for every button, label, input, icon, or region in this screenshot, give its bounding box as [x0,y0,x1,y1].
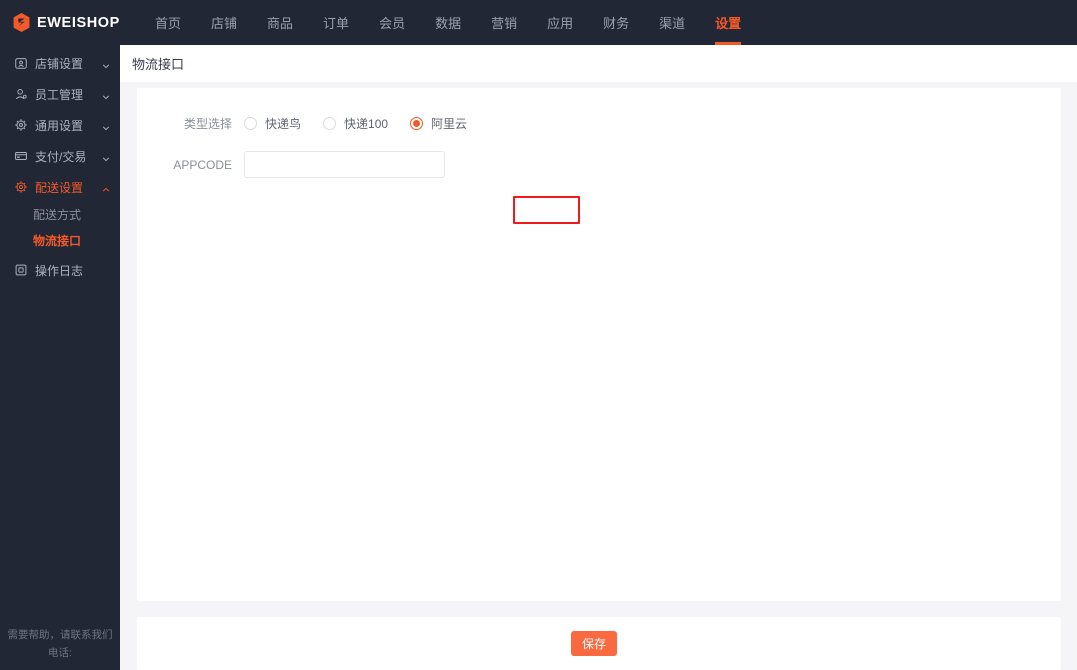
radio-circle-icon [244,117,257,130]
card-icon [14,149,28,163]
help-line-2: 电话: [48,647,72,659]
sidebar-item-staff-management[interactable]: 员工管理 [0,81,120,107]
radio-label: 快递100 [344,117,389,131]
gear-icon [14,118,28,132]
page-title: 物流接口 [132,57,185,72]
gear-icon [14,180,28,194]
sidebar: 店铺设置 员工管理 通用设置 支付/交易 配送设置 配送方式 物流接口 操作日志… [0,45,120,670]
sidebar-item-label: 通用设置 [35,118,84,133]
nav-item-orders[interactable]: 订单 [308,0,364,45]
radio-option-aliyun[interactable]: 阿里云 [410,115,467,132]
chevron-down-icon [102,152,110,162]
sidebar-item-label: 操作日志 [35,263,84,278]
nav-item-store[interactable]: 店铺 [196,0,252,45]
user-icon [14,87,28,101]
nav-item-channels[interactable]: 渠道 [644,0,700,45]
radio-label: 快递鸟 [265,117,302,131]
brand-logo[interactable]: EWEISHOP [0,0,120,45]
radio-option-kuaidiniao[interactable]: 快递鸟 [244,115,301,132]
help-line-1: 需要帮助，请联系我们 [7,629,113,641]
nav-item-members[interactable]: 会员 [364,0,420,45]
form-footer-bar: 保存 [137,617,1061,670]
chevron-down-icon [102,121,110,131]
appcode-input[interactable] [244,151,445,178]
log-icon [14,263,28,277]
sidebar-item-label: 员工管理 [35,87,84,102]
radio-circle-icon [323,117,337,130]
type-select-label: 类型选择 [183,117,232,131]
nav-item-apps[interactable]: 应用 [532,0,588,45]
sidebar-subitem-delivery-method[interactable]: 配送方式 [0,202,120,226]
sidebar-item-delivery-settings[interactable]: 配送设置 [0,174,120,200]
page-header: 物流接口 [120,45,1077,82]
content-area: 类型选择 快递鸟 快递100 阿里云 APPCODE 保存 [120,82,1077,670]
form-card: 类型选择 快递鸟 快递100 阿里云 APPCODE [137,88,1061,601]
nav-item-finance[interactable]: 财务 [588,0,644,45]
nav-item-data[interactable]: 数据 [420,0,476,45]
sidebar-item-shop-settings[interactable]: 店铺设置 [0,50,120,76]
nav-item-home[interactable]: 首页 [140,0,196,45]
type-select-row: 类型选择 快递鸟 快递100 阿里云 [137,115,467,132]
radio-option-kuaidi100[interactable]: 快递100 [323,115,388,132]
chevron-up-icon [102,183,110,192]
radio-label: 阿里云 [431,117,468,131]
sidebar-item-label: 支付/交易 [35,149,87,164]
sidebar-item-general-settings[interactable]: 通用设置 [0,112,120,138]
nav-item-settings[interactable]: 设置 [700,0,756,45]
chevron-down-icon [102,90,110,100]
annotation-highlight-box [513,196,580,224]
hexagon-logo-icon [12,12,31,33]
save-button[interactable]: 保存 [571,631,617,656]
appcode-row: APPCODE [137,151,445,178]
type-radio-group: 快递鸟 快递100 阿里云 [244,115,467,132]
brand-name: EWEISHOP [37,14,120,31]
main-nav: 首页 店铺 商品 订单 会员 数据 营销 应用 财务 渠道 设置 [120,0,756,45]
radio-circle-selected-icon [410,117,424,130]
sidebar-item-label: 配送设置 [35,180,84,195]
nav-item-goods[interactable]: 商品 [252,0,308,45]
sidebar-item-payment-transaction[interactable]: 支付/交易 [0,143,120,169]
sidebar-item-label: 店铺设置 [35,56,84,71]
shop-icon [14,56,28,70]
top-navigation-bar: EWEISHOP 首页 店铺 商品 订单 会员 数据 营销 应用 财务 渠道 设… [0,0,1077,45]
nav-item-marketing[interactable]: 营销 [476,0,532,45]
sidebar-item-operation-log[interactable]: 操作日志 [0,257,120,283]
chevron-down-icon [102,59,110,69]
sidebar-subitem-logistics-interface[interactable]: 物流接口 [0,228,120,252]
app-root: EWEISHOP 首页 店铺 商品 订单 会员 数据 营销 应用 财务 渠道 设… [0,0,1077,670]
appcode-label: APPCODE [173,157,232,172]
sidebar-help-footer: 需要帮助，请联系我们 电话: [0,626,120,662]
